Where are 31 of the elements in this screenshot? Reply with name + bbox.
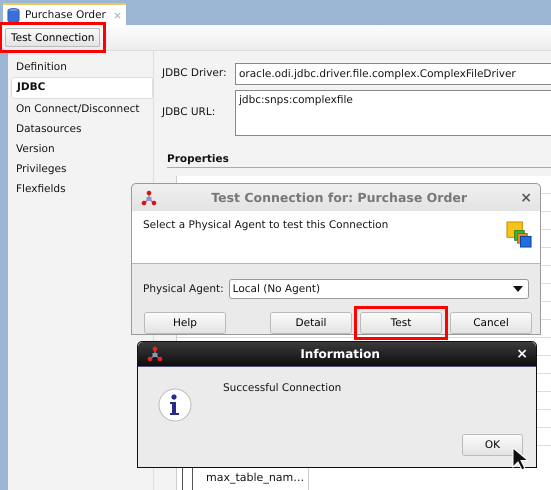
ok-button[interactable]: OK <box>462 434 523 456</box>
dialog-title: Information <box>299 347 381 361</box>
text-area[interactable]: jdbc:snps:complexfile <box>235 90 551 136</box>
input-field[interactable]: oracle.odi.jdbc.driver.file.complex.ComplexFileDriver <box>235 63 551 85</box>
nav-item[interactable]: JDBC <box>11 77 153 99</box>
close-icon[interactable]: × <box>516 346 528 362</box>
nav-item[interactable]: Datasources <box>8 119 153 139</box>
field-label: JDBC Driver: <box>162 66 228 81</box>
dialog-button[interactable]: Help <box>144 312 226 334</box>
dialog-message: Select a Physical Agent to test this Connection <box>143 219 388 234</box>
squares-icon <box>506 221 533 248</box>
molecule-icon <box>140 190 158 206</box>
nav-item[interactable]: Version <box>8 139 153 159</box>
dialog-title: Test Connection for: Purchase Order <box>210 190 468 206</box>
caret-icon <box>513 286 523 292</box>
nav-item[interactable]: On Connect/Disconnect <box>8 99 153 119</box>
field-label: JDBC URL: <box>162 105 216 120</box>
section-heading: Properties <box>167 153 551 168</box>
dialog-button[interactable]: Cancel <box>450 312 532 334</box>
database-icon <box>7 8 20 22</box>
nav-item[interactable]: Privileges <box>8 159 153 179</box>
dialog-message: Successful Connection <box>223 382 342 396</box>
nav-item[interactable]: Definition <box>8 57 153 77</box>
dialog-button[interactable]: Test <box>360 312 442 334</box>
agent-dropdown[interactable]: Local (No Agent) <box>228 279 529 299</box>
info-icon <box>157 387 193 423</box>
close-icon[interactable]: × <box>520 190 532 206</box>
test-connection-button[interactable]: Test Connection <box>5 28 100 47</box>
molecule-icon <box>146 346 164 362</box>
field-label: Physical Agent: <box>143 283 224 295</box>
dialog-button[interactable]: Detail <box>270 312 352 334</box>
